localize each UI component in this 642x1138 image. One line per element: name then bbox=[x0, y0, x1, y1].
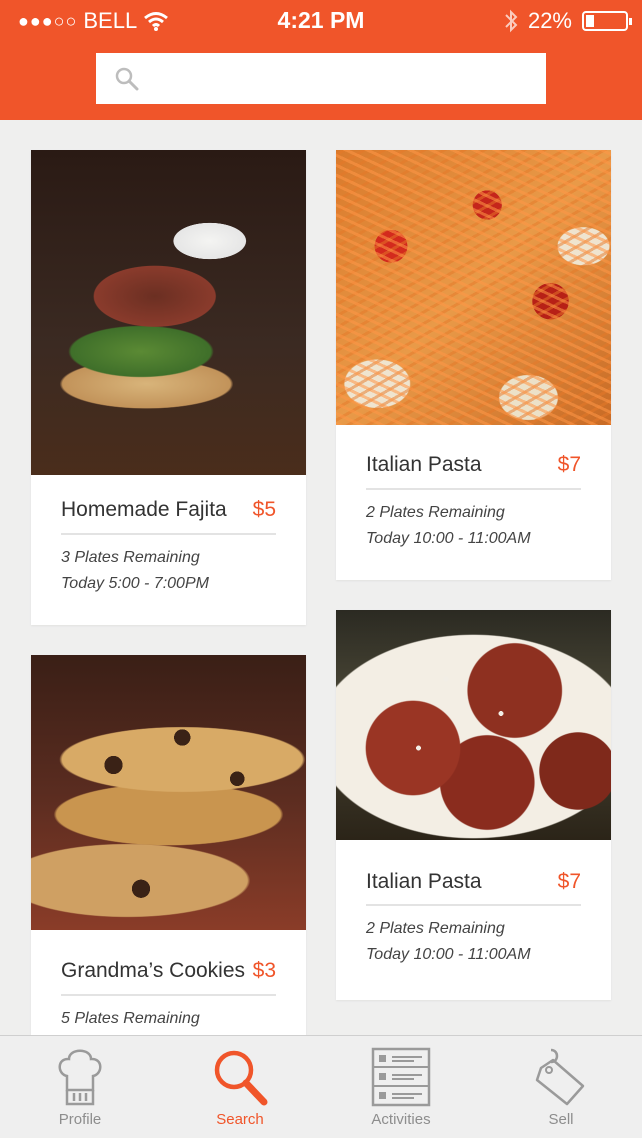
listing-price: $5 bbox=[252, 498, 276, 521]
tab-profile[interactable]: Profile bbox=[0, 1036, 160, 1138]
divider bbox=[366, 904, 581, 906]
search-input[interactable] bbox=[152, 63, 526, 95]
listing-title: Italian Pasta bbox=[366, 453, 482, 476]
pasta-photo bbox=[336, 150, 611, 425]
battery-icon bbox=[582, 11, 632, 31]
tab-activities[interactable]: Activities bbox=[321, 1036, 481, 1138]
listing-card-fajita[interactable]: Homemade Fajita $5 3 Plates Remaining To… bbox=[31, 150, 306, 625]
status-right: 22% bbox=[504, 8, 632, 34]
search-bar[interactable] bbox=[96, 53, 546, 104]
tab-label: Search bbox=[216, 1111, 264, 1128]
header-bar: ●●●○○ BELL 4:21 PM 22% bbox=[0, 0, 642, 120]
fajita-photo bbox=[31, 150, 306, 475]
tab-label: Activities bbox=[371, 1111, 431, 1128]
status-bar: ●●●○○ BELL 4:21 PM 22% bbox=[0, 0, 642, 44]
search-icon bbox=[115, 67, 139, 91]
battery-percent: 22% bbox=[527, 8, 572, 33]
listing-title: Homemade Fajita bbox=[61, 498, 227, 521]
listing-title: Italian Pasta bbox=[366, 870, 482, 893]
divider bbox=[366, 488, 581, 490]
tab-label: Profile bbox=[58, 1111, 102, 1128]
search-icon bbox=[214, 1050, 268, 1106]
list-icon bbox=[371, 1047, 431, 1107]
divider bbox=[61, 994, 276, 996]
plates-remaining: 2 Plates Remaining bbox=[366, 920, 505, 937]
pickup-time: Today 10:00 - 11:00AM bbox=[366, 946, 531, 963]
listing-price: $3 bbox=[252, 959, 276, 982]
listing-price: $7 bbox=[557, 453, 581, 476]
plates-remaining: 2 Plates Remaining bbox=[366, 504, 505, 521]
divider bbox=[61, 533, 276, 535]
price-tag-icon bbox=[535, 1048, 585, 1106]
listing-card-pasta[interactable]: Italian Pasta $7 2 Plates Remaining Toda… bbox=[336, 150, 611, 580]
listing-price: $7 bbox=[557, 870, 581, 893]
plates-remaining: 5 Plates Remaining bbox=[61, 1010, 200, 1027]
meatballs-photo bbox=[336, 610, 611, 840]
plates-remaining: 3 Plates Remaining bbox=[61, 549, 200, 566]
tab-label: Sell bbox=[548, 1111, 574, 1128]
listing-title: Grandma’s Cookies bbox=[61, 959, 246, 982]
battery-fill bbox=[586, 15, 594, 27]
battery-nub bbox=[629, 18, 632, 25]
listing-card-cookies[interactable]: Grandma’s Cookies $3 5 Plates Remaining bbox=[31, 655, 306, 1035]
tab-sell[interactable]: Sell bbox=[481, 1036, 641, 1138]
bluetooth-icon bbox=[505, 9, 518, 33]
tab-search[interactable]: Search bbox=[160, 1036, 320, 1138]
chef-hat-icon bbox=[58, 1049, 102, 1106]
pickup-time: Today 5:00 - 7:00PM bbox=[61, 575, 209, 592]
listing-card-meatballs[interactable]: Italian Pasta $7 2 Plates Remaining Toda… bbox=[336, 610, 611, 1000]
pickup-time: Today 10:00 - 11:00AM bbox=[366, 530, 531, 547]
tab-bar: Profile Search Activities Sell bbox=[0, 1035, 642, 1137]
cookies-photo bbox=[31, 655, 306, 930]
